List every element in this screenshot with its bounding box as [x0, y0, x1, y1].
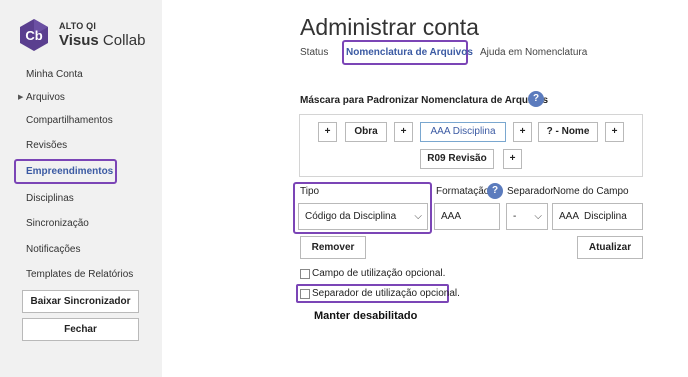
- visus-collab-logo-icon: Cb: [17, 18, 51, 52]
- caret-right-icon: ▶: [18, 94, 24, 101]
- chevron-down-icon: ⌵: [414, 211, 422, 222]
- mask-chip-nome[interactable]: ? - Nome: [538, 122, 598, 142]
- annotation-note: Manter desabilitado: [314, 310, 418, 322]
- separador-label: Separador: [507, 186, 554, 197]
- help-icon[interactable]: ?: [487, 183, 503, 199]
- help-icon[interactable]: ?: [528, 91, 544, 107]
- nome-campo-input[interactable]: AAA Disciplina: [552, 203, 643, 230]
- separador-select-value: -: [513, 211, 517, 222]
- brand-company: ALTO QI: [59, 21, 97, 31]
- mask-chip-revisao[interactable]: R09 Revisão: [420, 149, 494, 169]
- page-title: Administrar conta: [300, 14, 479, 40]
- optional-separator-checkbox[interactable]: [300, 289, 310, 299]
- optional-field-label: Campo de utilização opcional.: [312, 268, 446, 279]
- sidebar-item-notificacoes[interactable]: Notificações: [26, 244, 80, 255]
- add-segment-button[interactable]: +: [318, 122, 337, 142]
- mask-chip-obra[interactable]: Obra: [345, 122, 387, 142]
- sidebar-item-disciplinas[interactable]: Disciplinas: [26, 193, 74, 204]
- download-sync-button[interactable]: Baixar Sincronizador: [22, 290, 139, 313]
- sidebar-item-arquivos[interactable]: Arquivos: [26, 92, 65, 103]
- formatacao-label: Formatação: [436, 186, 490, 197]
- add-segment-button[interactable]: +: [605, 122, 624, 142]
- mask-section-title: Máscara para Padronizar Nomenclatura de …: [300, 95, 549, 106]
- sidebar-item-revisoes[interactable]: Revisões: [26, 140, 67, 151]
- formatacao-input[interactable]: AAA: [434, 203, 500, 230]
- sidebar-item-templates-relatorios[interactable]: Templates de Relatórios: [26, 269, 133, 280]
- chevron-down-icon: ⌵: [534, 211, 542, 222]
- sidebar-item-empreendimentos[interactable]: Empreendimentos: [26, 166, 113, 177]
- close-button[interactable]: Fechar: [22, 318, 139, 341]
- optional-field-checkbox[interactable]: [300, 269, 310, 279]
- brand-product: Visus Collab: [59, 32, 145, 49]
- sidebar: Cb ALTO QI Visus Collab Minha Conta ▶ Ar…: [0, 0, 162, 377]
- brand-product-rest: Collab: [98, 32, 146, 49]
- add-segment-button[interactable]: +: [394, 122, 413, 142]
- mask-chip-disciplina[interactable]: AAA Disciplina: [420, 122, 506, 142]
- add-segment-button[interactable]: +: [513, 122, 532, 142]
- sidebar-item-compartilhamentos[interactable]: Compartilhamentos: [26, 115, 113, 126]
- tab-ajuda-nomenclatura[interactable]: Ajuda em Nomenclatura: [480, 47, 587, 58]
- sidebar-item-minha-conta[interactable]: Minha Conta: [26, 69, 83, 80]
- separador-select[interactable]: - ⌵: [506, 203, 548, 230]
- tipo-select[interactable]: Código da Disciplina ⌵: [298, 203, 428, 230]
- add-segment-button[interactable]: +: [503, 149, 522, 169]
- nome-campo-label: Nome do Campo: [553, 186, 629, 197]
- remove-button[interactable]: Remover: [300, 236, 366, 259]
- svg-text:Cb: Cb: [25, 28, 42, 43]
- tipo-label: Tipo: [300, 186, 320, 197]
- update-button[interactable]: Atualizar: [577, 236, 643, 259]
- tipo-select-value: Código da Disciplina: [305, 211, 397, 222]
- optional-separator-label: Separador de utilização opcional.: [312, 288, 460, 299]
- tab-nomenclatura[interactable]: Nomenclatura de Arquivos: [346, 47, 473, 58]
- brand-product-bold: Visus: [59, 32, 99, 49]
- sidebar-item-sincronizacao[interactable]: Sincronização: [26, 218, 89, 229]
- tab-status[interactable]: Status: [300, 47, 328, 58]
- mask-builder: + Obra + AAA Disciplina + ? - Nome + R09…: [299, 114, 643, 177]
